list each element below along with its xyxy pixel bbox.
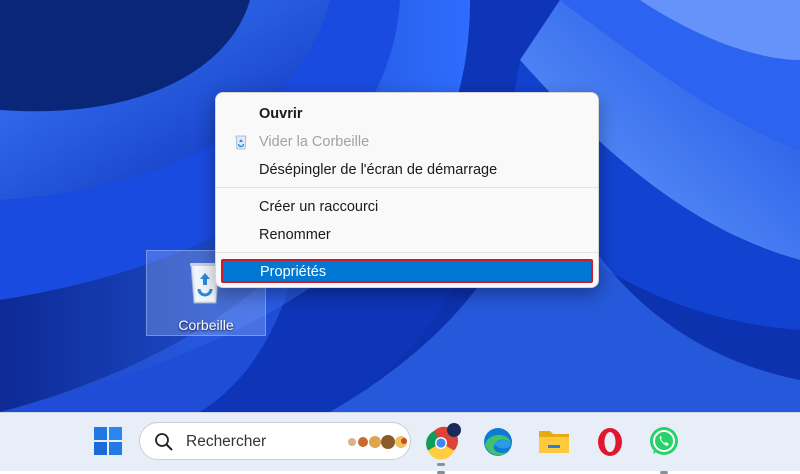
taskbar: Rechercher [0,412,800,474]
menu-item-label: Désépingler de l'écran de démarrage [259,162,498,178]
menu-item-unpin-start[interactable]: Désépingler de l'écran de démarrage [220,157,594,183]
menu-item-rename[interactable]: Renommer [220,222,594,248]
menu-item-label: Créer un raccourci [259,199,379,215]
whatsapp-button[interactable] [644,421,684,474]
edge-icon [484,428,512,456]
chrome-running-indicator [437,463,445,466]
edge-button[interactable] [478,421,518,461]
menu-item-create-shortcut[interactable]: Créer un raccourci [220,194,594,220]
windows-start-icon [94,427,122,455]
opera-button[interactable] [590,421,630,461]
start-button[interactable] [88,421,128,461]
menu-item-properties[interactable]: Propriétés [221,259,593,283]
context-menu: Ouvrir Vider la Corbeille Désépingler de… [215,92,599,288]
menu-separator [216,187,598,188]
desktop: Corbeille Ouvrir Vider la Corbeille Désé… [0,0,800,412]
menu-item-label: Vider la Corbeille [259,134,370,150]
menu-item-open[interactable]: Ouvrir [220,101,594,127]
taskbar-search-box[interactable]: Rechercher [139,422,411,460]
chrome-icon [426,423,461,460]
opera-icon [598,428,622,456]
whatsapp-icon [650,427,678,455]
menu-item-empty-bin[interactable]: Vider la Corbeille [220,129,594,155]
search-highlight-illustration [348,435,407,449]
menu-item-label: Ouvrir [259,106,303,122]
menu-item-label: Renommer [259,227,331,243]
menu-separator [216,252,598,253]
search-placeholder: Rechercher [186,433,267,450]
menu-item-label: Propriétés [260,264,327,280]
search-icon [155,433,173,451]
file-explorer-button[interactable] [534,421,574,461]
recycle-bin-icon [235,135,247,150]
chrome-button[interactable] [421,421,461,474]
file-explorer-icon [539,431,569,453]
recycle-bin-label: Corbeille [178,317,234,333]
